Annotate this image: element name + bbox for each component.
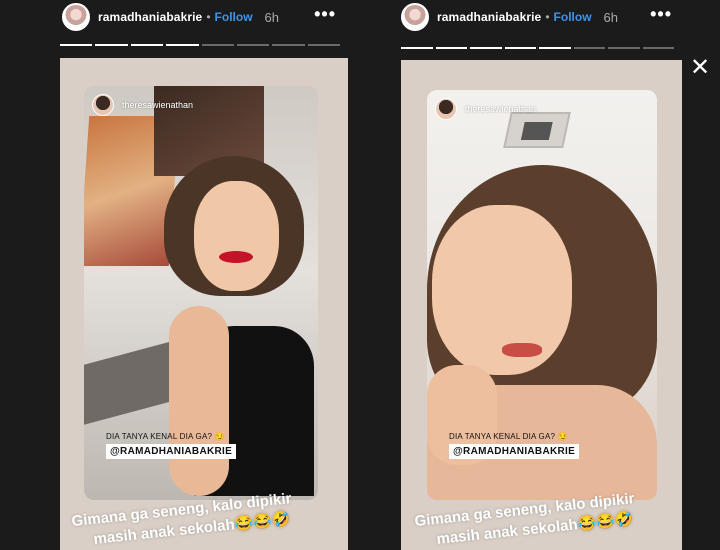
reposted-username: theresawienathan [465,104,537,114]
story-header: ramadhaniabakrie • Follow 6h ••• [56,0,348,34]
progress-segment [130,44,164,46]
question-text: DIA TANYA KENAL DIA GA? 😏 [449,432,568,441]
progress-segment [539,47,571,49]
progress-bar [401,47,674,49]
progress-bar [60,44,340,46]
reposted-header: theresawienathan [435,98,536,120]
timestamp: 6h [264,9,279,25]
reposted-header: theresawienathan [92,94,193,116]
username[interactable]: ramadhaniabakrie [98,10,202,24]
progress-segment [272,44,305,46]
follow-button[interactable]: Follow [215,10,253,24]
story-card[interactable]: theresawienathan DIA TANYA KENAL DIA GA?… [60,58,348,550]
progress-segment [401,47,433,49]
reposted-avatar [92,94,114,116]
progress-segment [307,44,340,46]
separator-dot: • [545,10,550,24]
progress-segment [166,44,199,46]
timestamp: 6h [603,9,618,25]
reposted-avatar [435,98,457,120]
progress-segment [435,47,467,49]
progress-segment [95,44,128,46]
progress-segment [470,47,502,49]
follow-button[interactable]: Follow [554,10,592,24]
mention-sticker[interactable]: @RAMADHANIABAKRIE [106,444,237,459]
progress-segment [608,47,640,49]
username[interactable]: ramadhaniabakrie [437,10,541,24]
reposted-username: theresawienathan [122,100,194,110]
profile-avatar[interactable] [62,3,90,31]
progress-segment [60,44,93,46]
progress-segment [573,47,605,49]
progress-segment [201,44,234,46]
progress-segment [504,47,536,49]
reposted-story-frame: theresawienathan DIA TANYA KENAL DIA GA?… [84,86,318,500]
story-viewer: ramadhaniabakrie • Follow 6h ••• theresa… [0,0,720,550]
reposted-story-frame: theresawienathan DIA TANYA KENAL DIA GA?… [427,90,657,500]
mention-sticker[interactable]: @RAMADHANIABAKRIE [449,444,580,459]
more-options-icon[interactable]: ••• [650,4,672,25]
close-icon[interactable]: ✕ [688,56,712,80]
progress-segment [236,44,270,46]
story-header: ramadhaniabakrie • Follow 6h ••• [397,0,682,34]
progress-segment [642,47,674,49]
separator-dot: • [206,10,211,24]
question-text: DIA TANYA KENAL DIA GA? 😏 [106,432,225,441]
profile-avatar[interactable] [401,3,429,31]
story-card[interactable]: theresawienathan DIA TANYA KENAL DIA GA?… [401,60,682,550]
more-options-icon[interactable]: ••• [314,4,336,25]
